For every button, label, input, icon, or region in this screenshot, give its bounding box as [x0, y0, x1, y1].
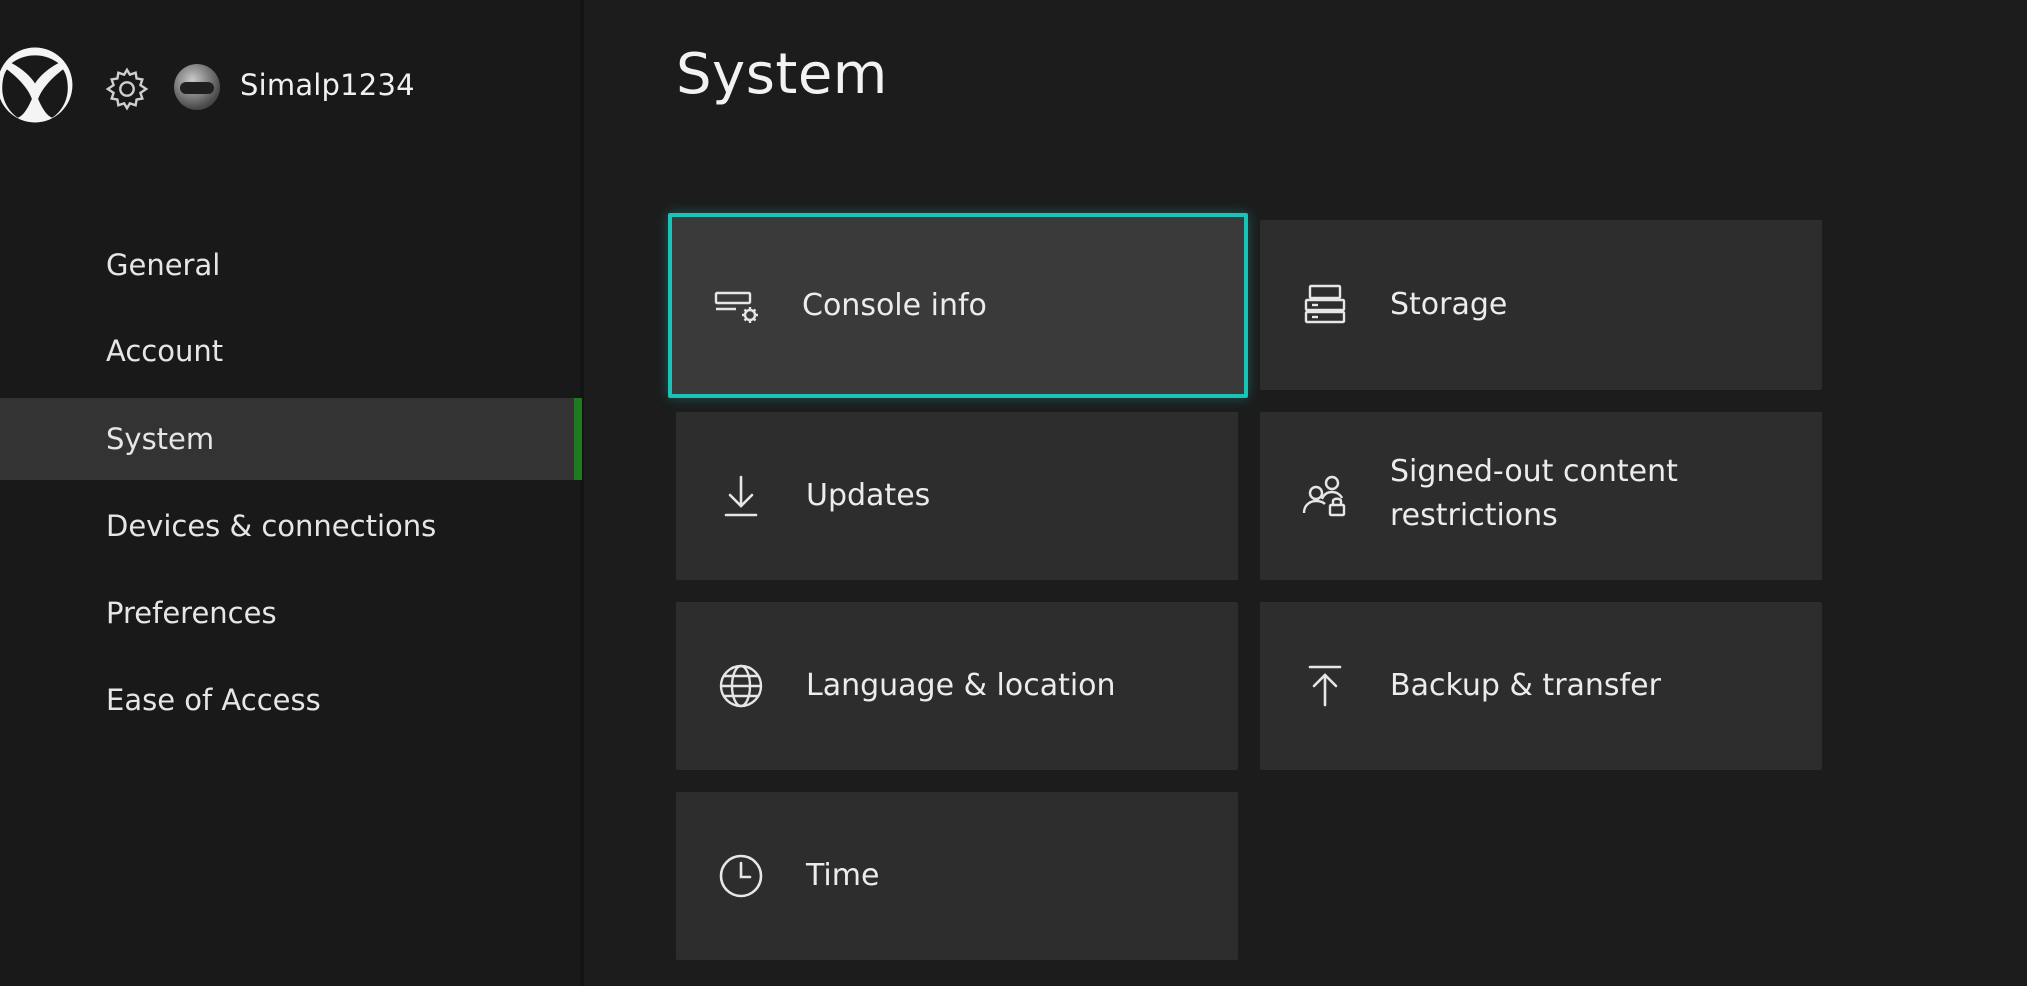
sidebar-item-label: Devices & connections	[106, 509, 437, 543]
avatar[interactable]	[174, 64, 220, 110]
people-lock-icon	[1302, 475, 1346, 517]
sidebar-item-label: Account	[106, 334, 224, 368]
sidebar-item-devices-connections[interactable]: Devices & connections	[0, 485, 582, 567]
storage-icon	[1304, 284, 1346, 324]
xbox-logo-icon[interactable]	[0, 46, 74, 124]
tile-language-location[interactable]: Language & location	[676, 602, 1238, 770]
clock-icon	[719, 854, 763, 898]
tile-label: Updates	[806, 478, 931, 513]
sidebar: Simalp1234 General Account System Device…	[0, 0, 584, 986]
sidebar-item-account[interactable]: Account	[0, 310, 582, 392]
download-icon	[724, 475, 758, 517]
sidebar-item-system[interactable]: System	[0, 398, 582, 480]
tile-updates[interactable]: Updates	[676, 412, 1238, 580]
tile-label: Console info	[802, 287, 987, 323]
sidebar-item-general[interactable]: General	[0, 224, 582, 306]
tile-label: Language & location	[806, 668, 1116, 703]
tile-storage[interactable]: Storage	[1260, 220, 1822, 390]
sidebar-item-label: General	[106, 248, 221, 282]
page-title: System	[676, 42, 888, 107]
sidebar-item-label: Ease of Access	[106, 683, 321, 717]
tile-console-info[interactable]: Console info	[668, 213, 1248, 398]
globe-icon	[719, 664, 763, 708]
tile-label: Storage	[1390, 287, 1508, 322]
tile-signed-out-content-restrictions[interactable]: Signed-out content restrictions	[1260, 412, 1822, 580]
sidebar-item-ease-of-access[interactable]: Ease of Access	[0, 659, 582, 741]
upload-icon	[1308, 665, 1342, 707]
main-content: System Console info Storage Updates Sign…	[584, 0, 2027, 986]
tile-time[interactable]: Time	[676, 792, 1238, 960]
tile-label-line2: restrictions	[1390, 498, 1558, 533]
console-info-icon	[714, 291, 758, 323]
sidebar-item-label: Preferences	[106, 596, 277, 630]
sidebar-item-preferences[interactable]: Preferences	[0, 572, 582, 654]
username[interactable]: Simalp1234	[240, 68, 415, 102]
tile-backup-transfer[interactable]: Backup & transfer	[1260, 602, 1822, 770]
tile-label: Time	[806, 858, 880, 893]
gear-icon[interactable]	[104, 66, 150, 112]
tile-label-line1: Signed-out content	[1390, 454, 1678, 489]
tile-label: Backup & transfer	[1390, 668, 1661, 703]
sidebar-item-label: System	[106, 422, 215, 456]
